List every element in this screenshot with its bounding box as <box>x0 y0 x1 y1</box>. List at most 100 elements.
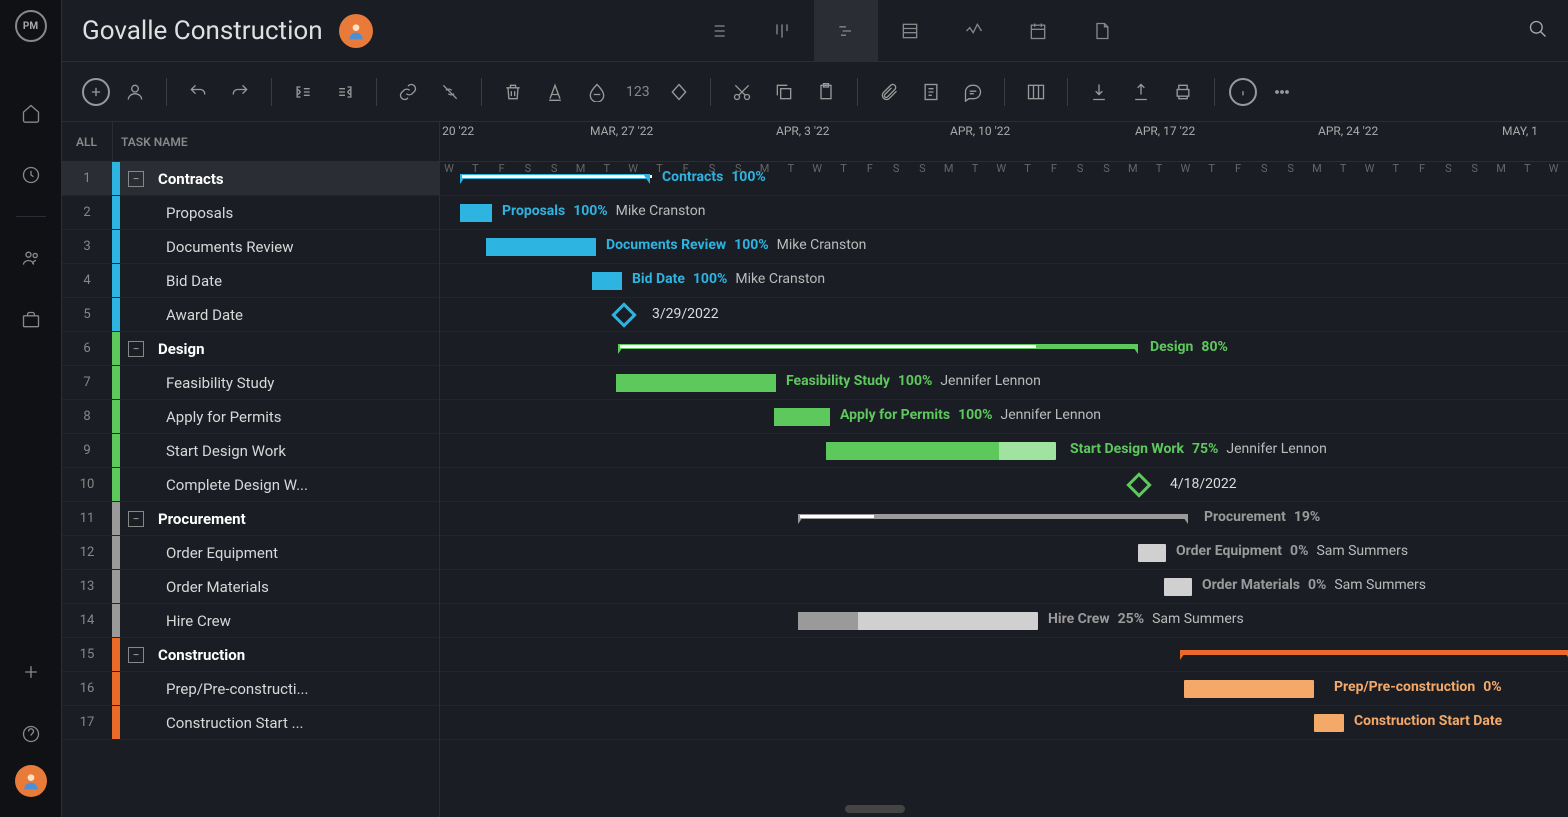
export-button[interactable] <box>1124 75 1158 109</box>
more-button[interactable] <box>1265 75 1299 109</box>
task-row[interactable]: 3Documents Review <box>62 230 439 264</box>
task-row[interactable]: 13Order Materials <box>62 570 439 604</box>
add-icon[interactable] <box>18 659 44 685</box>
task-row[interactable]: 1−Contracts <box>62 162 439 196</box>
gantt-row[interactable]: Feasibility Study 100% Jennifer Lennon <box>440 366 1568 400</box>
gantt-chart[interactable]: 3, 20 '22MAR, 27 '22APR, 3 '22APR, 10 '2… <box>440 122 1568 817</box>
task-row[interactable]: 2Proposals <box>62 196 439 230</box>
milestone-marker[interactable] <box>1126 472 1151 497</box>
undo-button[interactable] <box>181 75 215 109</box>
gantt-row[interactable] <box>440 638 1568 672</box>
gantt-row[interactable]: Start Design Work 75% Jennifer Lennon <box>440 434 1568 468</box>
summary-bar[interactable] <box>460 174 650 182</box>
info-button[interactable] <box>1229 78 1257 106</box>
number-format-button[interactable]: 123 <box>622 84 654 100</box>
help-icon[interactable] <box>18 721 44 747</box>
task-row[interactable]: 5Award Date <box>62 298 439 332</box>
gantt-row[interactable]: 3/29/2022 <box>440 298 1568 332</box>
columns-button[interactable] <box>1019 75 1053 109</box>
task-bar[interactable] <box>486 238 596 256</box>
task-bar[interactable] <box>1184 680 1314 698</box>
expand-toggle[interactable]: − <box>128 647 144 663</box>
redo-button[interactable] <box>223 75 257 109</box>
task-bar[interactable] <box>798 612 1038 630</box>
task-row[interactable]: 12Order Equipment <box>62 536 439 570</box>
expand-toggle[interactable]: − <box>128 171 144 187</box>
expand-toggle[interactable]: − <box>128 511 144 527</box>
add-task-button[interactable] <box>82 78 110 106</box>
expand-toggle[interactable]: − <box>128 341 144 357</box>
task-row[interactable]: 10Complete Design W... <box>62 468 439 502</box>
gantt-row[interactable]: Design 80% <box>440 332 1568 366</box>
comment-button[interactable] <box>956 75 990 109</box>
portfolio-icon[interactable] <box>18 307 44 333</box>
sheet-view-icon[interactable] <box>878 0 942 62</box>
user-avatar[interactable] <box>15 765 47 797</box>
gantt-row[interactable]: Construction Start Date <box>440 706 1568 740</box>
print-button[interactable] <box>1166 75 1200 109</box>
task-row[interactable]: 7Feasibility Study <box>62 366 439 400</box>
milestone-button[interactable] <box>662 75 696 109</box>
task-bar[interactable] <box>1138 544 1166 562</box>
calendar-view-icon[interactable] <box>1006 0 1070 62</box>
task-row[interactable]: 11−Procurement <box>62 502 439 536</box>
task-row[interactable]: 16Prep/Pre-constructi... <box>62 672 439 706</box>
color-button[interactable] <box>580 75 614 109</box>
gantt-view-icon[interactable] <box>814 0 878 62</box>
notes-button[interactable] <box>914 75 948 109</box>
task-bar[interactable] <box>592 272 622 290</box>
task-row[interactable]: 9Start Design Work <box>62 434 439 468</box>
task-bar[interactable] <box>1164 578 1192 596</box>
task-row[interactable]: 6−Design <box>62 332 439 366</box>
recent-icon[interactable] <box>18 162 44 188</box>
task-bar[interactable] <box>616 374 776 392</box>
gantt-row[interactable]: 4/18/2022 <box>440 468 1568 502</box>
search-icon[interactable] <box>1528 19 1548 43</box>
column-header-name[interactable]: TASK NAME <box>112 122 439 161</box>
outdent-button[interactable] <box>286 75 320 109</box>
task-bar[interactable] <box>774 408 830 426</box>
docs-view-icon[interactable] <box>1070 0 1134 62</box>
gantt-row[interactable]: Order Materials 0% Sam Summers <box>440 570 1568 604</box>
gantt-row[interactable]: Bid Date 100% Mike Cranston <box>440 264 1568 298</box>
app-logo[interactable]: PM <box>15 10 47 42</box>
unlink-button[interactable] <box>433 75 467 109</box>
gantt-body[interactable]: Contracts 100%Proposals 100% Mike Cranst… <box>440 162 1568 817</box>
gantt-row[interactable]: Proposals 100% Mike Cranston <box>440 196 1568 230</box>
summary-bar[interactable] <box>618 344 1138 352</box>
home-icon[interactable] <box>18 100 44 126</box>
list-view-icon[interactable] <box>686 0 750 62</box>
column-header-all[interactable]: ALL <box>62 135 112 149</box>
import-button[interactable] <box>1082 75 1116 109</box>
task-bar[interactable] <box>1314 714 1344 732</box>
task-row[interactable]: 15−Construction <box>62 638 439 672</box>
assign-button[interactable] <box>118 75 152 109</box>
milestone-marker[interactable] <box>611 302 636 327</box>
project-avatar[interactable] <box>339 14 373 48</box>
summary-bar[interactable] <box>1180 650 1568 658</box>
task-row[interactable]: 8Apply for Permits <box>62 400 439 434</box>
delete-button[interactable] <box>496 75 530 109</box>
copy-button[interactable] <box>767 75 801 109</box>
task-row[interactable]: 4Bid Date <box>62 264 439 298</box>
gantt-row[interactable]: Contracts 100% <box>440 162 1568 196</box>
dashboard-view-icon[interactable] <box>942 0 1006 62</box>
board-view-icon[interactable] <box>750 0 814 62</box>
gantt-row[interactable]: Prep/Pre-construction 0% <box>440 672 1568 706</box>
gantt-row[interactable]: Order Equipment 0% Sam Summers <box>440 536 1568 570</box>
summary-bar[interactable] <box>798 514 1188 522</box>
team-icon[interactable] <box>18 245 44 271</box>
task-bar[interactable] <box>826 442 1056 460</box>
attach-button[interactable] <box>872 75 906 109</box>
paste-button[interactable] <box>809 75 843 109</box>
indent-button[interactable] <box>328 75 362 109</box>
horizontal-scrollbar[interactable] <box>845 805 905 813</box>
task-row[interactable]: 17Construction Start ... <box>62 706 439 740</box>
gantt-row[interactable]: Documents Review 100% Mike Cranston <box>440 230 1568 264</box>
gantt-row[interactable]: Apply for Permits 100% Jennifer Lennon <box>440 400 1568 434</box>
task-bar[interactable] <box>460 204 492 222</box>
gantt-row[interactable]: Hire Crew 25% Sam Summers <box>440 604 1568 638</box>
gantt-row[interactable]: Procurement 19% <box>440 502 1568 536</box>
link-button[interactable] <box>391 75 425 109</box>
cut-button[interactable] <box>725 75 759 109</box>
